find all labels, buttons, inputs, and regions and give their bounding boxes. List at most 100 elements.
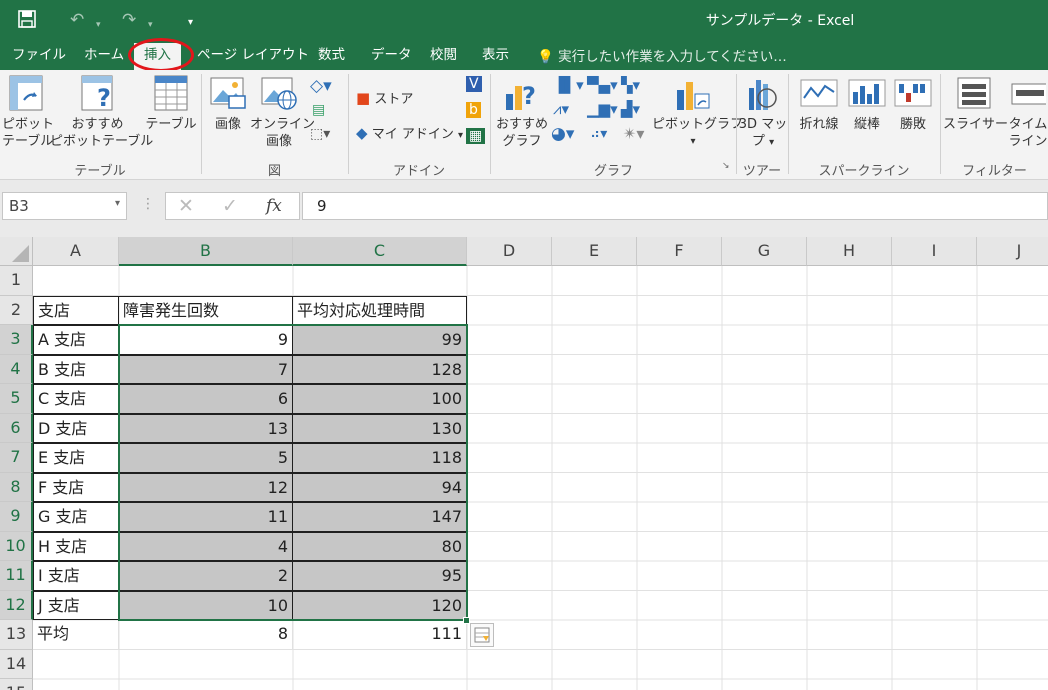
column-header-d[interactable]: D (467, 237, 552, 266)
timeline-button[interactable]: タイム ライン (1008, 74, 1048, 150)
cell-b9[interactable]: 11 (118, 502, 293, 532)
cell-a10[interactable]: H 支店 (33, 531, 119, 561)
table-button[interactable]: テーブル (145, 74, 197, 133)
bing-maps-icon[interactable]: b (466, 102, 481, 118)
row-header-9[interactable]: 9 (0, 502, 33, 532)
tab-formulas[interactable]: 数式 (318, 45, 345, 69)
undo-dropdown-icon[interactable]: ▾ (96, 15, 101, 35)
pivot-table-button[interactable]: ピボット テーブル (2, 74, 54, 150)
visio-icon[interactable]: V (466, 76, 482, 92)
tab-view[interactable]: 表示 (482, 45, 509, 69)
row-header-7[interactable]: 7 (0, 443, 33, 473)
column-header-e[interactable]: E (552, 237, 637, 266)
cell-b3[interactable]: 9 (118, 325, 293, 355)
tab-data[interactable]: データ (371, 45, 412, 69)
row-header-8[interactable]: 8 (0, 472, 33, 502)
undo-icon[interactable]: ↶ (70, 10, 84, 30)
row-header-10[interactable]: 10 (0, 531, 33, 561)
cell-a11[interactable]: I 支店 (33, 561, 119, 591)
enter-icon[interactable]: ✓ (222, 195, 238, 217)
shapes-icon[interactable]: ◇▾ (310, 76, 332, 96)
row-header-15[interactable]: 15 (0, 679, 33, 690)
cell-c2[interactable]: 平均対応処理時間 (292, 295, 467, 325)
row-header-5[interactable]: 5 (0, 384, 33, 414)
store-button[interactable]: ■ ストア (356, 88, 413, 107)
cell-b11[interactable]: 2 (118, 561, 293, 591)
cell-a4[interactable]: B 支店 (33, 354, 119, 384)
cell-a7[interactable]: E 支店 (33, 443, 119, 473)
pie-chart-icon[interactable]: ◕▾ (551, 124, 574, 144)
cell-a5[interactable]: C 支店 (33, 384, 119, 414)
row-header-12[interactable]: 12 (0, 590, 33, 620)
waterfall-chart-icon[interactable]: ▚▾ (621, 76, 640, 94)
online-picture-button[interactable]: オンライン 画像 (250, 74, 315, 150)
statistic-chart-icon[interactable]: ▁▆▾ (587, 100, 618, 118)
row-header-3[interactable]: 3 (0, 325, 33, 355)
tab-page-layout[interactable]: ページ レイアウト (197, 45, 309, 69)
line-chart-icon[interactable]: ⩘▾ (553, 100, 569, 118)
cell-c13[interactable]: 111 (293, 620, 467, 650)
cell-c4[interactable]: 128 (292, 354, 467, 384)
tell-me-box[interactable]: 💡 実行したい作業を入力してください… (537, 45, 787, 65)
column-header-c[interactable]: C (293, 237, 467, 266)
quick-analysis-button[interactable] (470, 623, 494, 647)
formula-input[interactable]: 9 (302, 192, 1048, 220)
insert-function-icon[interactable]: fx (266, 196, 282, 216)
cell-b6[interactable]: 13 (118, 413, 293, 443)
cell-c3[interactable]: 99 (292, 325, 467, 355)
name-box-dropdown-icon[interactable]: ▾ (115, 198, 120, 209)
cell-b13[interactable]: 8 (119, 620, 293, 650)
row-header-14[interactable]: 14 (0, 649, 33, 679)
cell-a6[interactable]: D 支店 (33, 413, 119, 443)
row-header-1[interactable]: 1 (0, 266, 33, 296)
cancel-icon[interactable]: ✕ (178, 195, 194, 217)
picture-button[interactable]: 画像 (207, 74, 249, 133)
scatter-chart-icon[interactable]: ⠴▾ (590, 126, 607, 142)
cell-c7[interactable]: 118 (292, 443, 467, 473)
cell-b12[interactable]: 10 (118, 590, 293, 620)
cell-a13[interactable]: 平均 (33, 620, 119, 650)
slicer-button[interactable]: スライサー (943, 74, 1008, 133)
column-chart-icon[interactable]: ▐▌▾ (553, 76, 584, 94)
tab-file[interactable]: ファイル (12, 45, 66, 69)
cell-a2[interactable]: 支店 (33, 295, 119, 325)
sparkline-column-button[interactable]: 縦棒 (845, 74, 889, 133)
smartart-icon[interactable]: ▤ (312, 102, 325, 118)
cell-c9[interactable]: 147 (292, 502, 467, 532)
pivot-chart-button[interactable]: ピボットグラフ ▾ (652, 74, 743, 150)
cell-b8[interactable]: 12 (118, 472, 293, 502)
tab-insert[interactable]: 挿入 (134, 43, 181, 70)
redo-icon[interactable]: ↷ (122, 10, 136, 30)
row-header-2[interactable]: 2 (0, 295, 33, 325)
column-header-j[interactable]: J (977, 237, 1048, 266)
3d-map-button[interactable]: 3D マッ プ ▾ (738, 74, 788, 151)
cell-c8[interactable]: 94 (292, 472, 467, 502)
screenshot-icon[interactable]: ⬚▾ (310, 126, 330, 142)
fill-handle[interactable] (463, 617, 470, 624)
recommended-chart-button[interactable]: ? おすすめ グラフ (494, 74, 550, 150)
people-graph-icon[interactable]: ▦ (466, 128, 486, 144)
save-icon[interactable] (18, 10, 36, 33)
customize-qat-icon[interactable]: ▾ (188, 13, 193, 33)
cell-b10[interactable]: 4 (118, 531, 293, 561)
redo-dropdown-icon[interactable]: ▾ (148, 15, 153, 35)
cell-c11[interactable]: 95 (292, 561, 467, 591)
column-header-b[interactable]: B (119, 237, 293, 266)
sparkline-winloss-button[interactable]: 勝敗 (890, 74, 936, 133)
cell-a9[interactable]: G 支店 (33, 502, 119, 532)
tab-home[interactable]: ホーム (84, 45, 124, 69)
column-header-a[interactable]: A (33, 237, 119, 266)
cell-a8[interactable]: F 支店 (33, 472, 119, 502)
my-addins-button[interactable]: ◆ マイ アドイン ▾ (356, 123, 463, 142)
cell-c10[interactable]: 80 (292, 531, 467, 561)
cell-c12[interactable]: 120 (292, 590, 467, 620)
row-header-6[interactable]: 6 (0, 413, 33, 443)
row-header-13[interactable]: 13 (0, 620, 33, 650)
select-all-corner[interactable] (0, 237, 33, 266)
recommended-pivot-button[interactable]: ? おすすめ ピボットテーブル (50, 74, 153, 150)
column-header-h[interactable]: H (807, 237, 892, 266)
column-header-g[interactable]: G (722, 237, 807, 266)
column-header-f[interactable]: F (637, 237, 722, 266)
cell-b7[interactable]: 5 (118, 443, 293, 473)
row-header-4[interactable]: 4 (0, 354, 33, 384)
